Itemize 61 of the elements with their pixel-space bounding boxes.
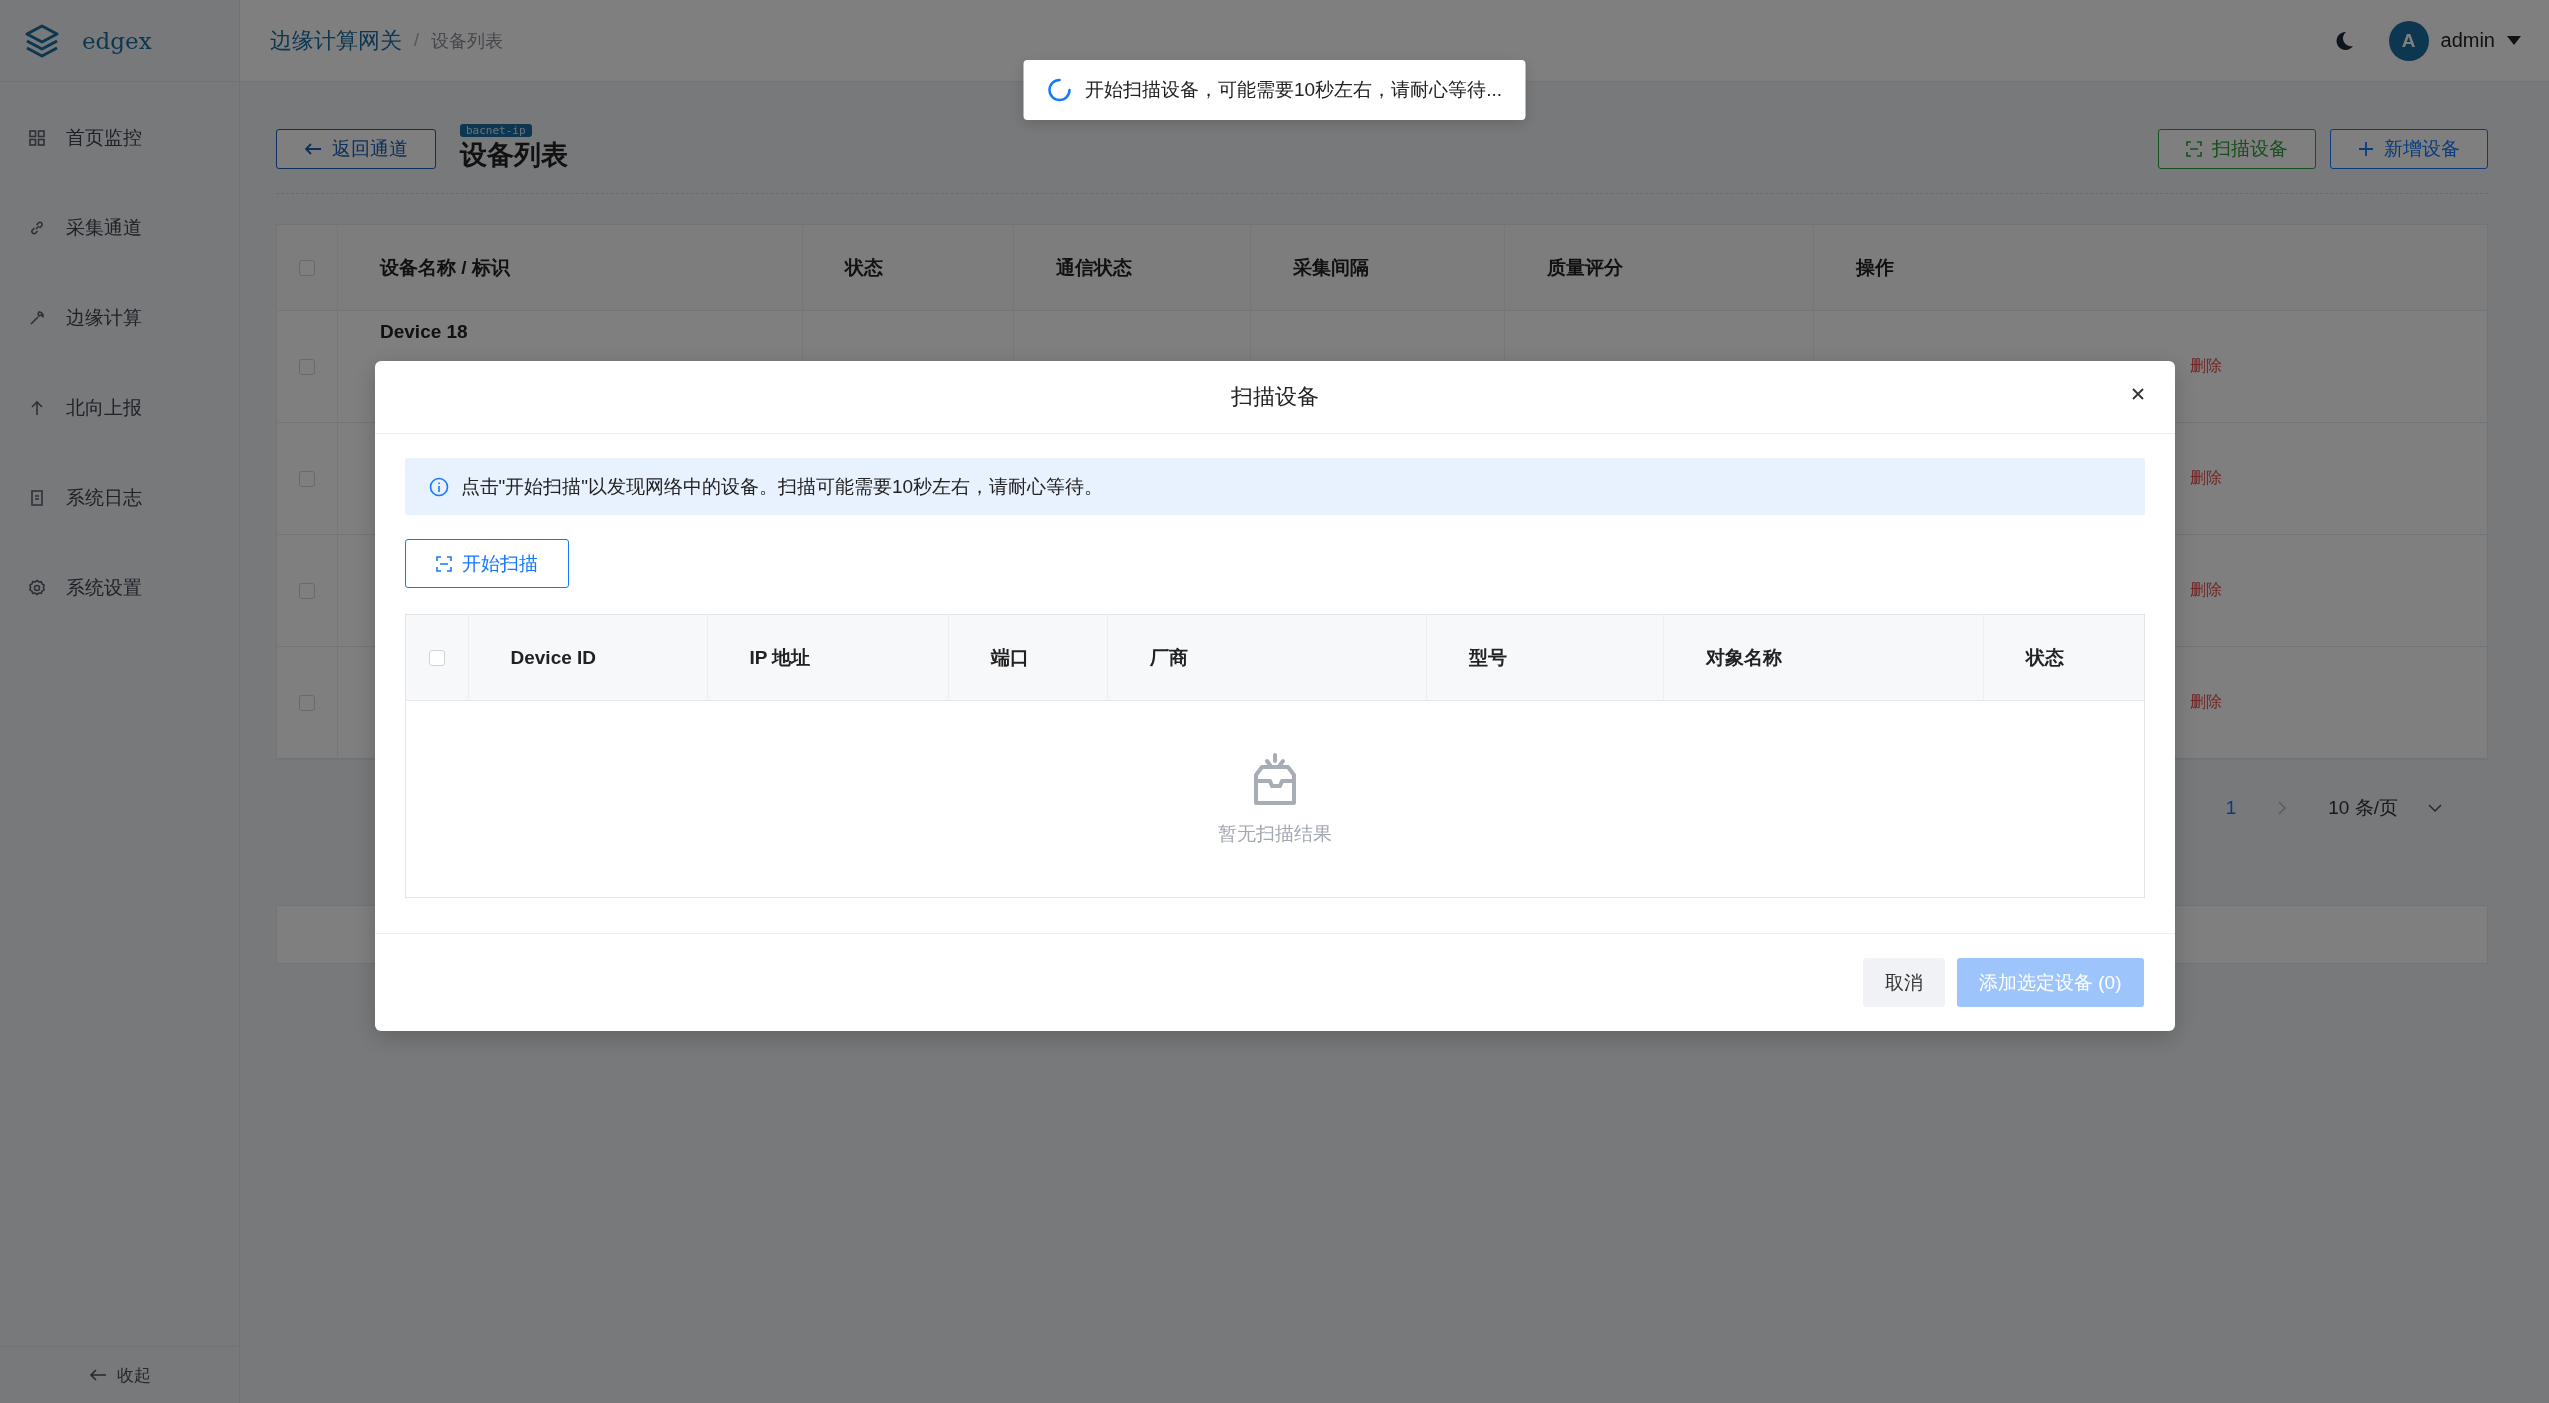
delete-link[interactable]: 删除 bbox=[2190, 468, 2222, 489]
chevron-down-icon bbox=[2428, 803, 2442, 812]
app-logo: edgex bbox=[82, 27, 152, 54]
document-icon bbox=[28, 489, 46, 507]
breadcrumb-current: 设备列表 bbox=[431, 29, 503, 53]
column-header: 操作 bbox=[1856, 255, 1894, 280]
column-header: Device ID bbox=[510, 646, 597, 669]
column-header: 端口 bbox=[990, 645, 1029, 670]
nav-item[interactable]: 采集通道 bbox=[0, 183, 239, 273]
delete-link[interactable]: 删除 bbox=[2190, 580, 2222, 601]
device-name: Device 18 bbox=[380, 321, 468, 342]
nav-item[interactable]: 系统日志 bbox=[0, 453, 239, 543]
nav-item[interactable]: 系统设置 bbox=[0, 543, 239, 633]
column-header: 厂商 bbox=[1149, 645, 1188, 670]
column-header: 状态 bbox=[845, 255, 883, 280]
add-button[interactable]: 新增设备 bbox=[2330, 128, 2488, 169]
arrow-left-icon bbox=[304, 141, 322, 156]
nav-item[interactable]: 北向上报 bbox=[0, 363, 239, 453]
checkbox[interactable] bbox=[428, 649, 445, 666]
nav-item[interactable]: 首页监控 bbox=[0, 93, 239, 183]
info-icon bbox=[428, 476, 449, 497]
toast-message: 开始扫描设备，可能需要10秒左右，请耐心等待... bbox=[1085, 78, 1502, 102]
wrench-icon bbox=[28, 309, 46, 327]
breadcrumb-separator: / bbox=[414, 30, 419, 51]
back-button[interactable]: 返回通道 bbox=[276, 128, 436, 169]
delete-link[interactable]: 删除 bbox=[2190, 356, 2222, 377]
grid-icon bbox=[28, 129, 46, 147]
plus-icon bbox=[2358, 140, 2374, 157]
info-text: 点击"开始扫描"以发现网络中的设备。扫描可能需要10秒左右，请耐心等待。 bbox=[460, 474, 1104, 499]
column-header: IP 地址 bbox=[749, 645, 811, 670]
cancel-button[interactable]: 取消 bbox=[1863, 958, 1945, 1007]
chevron-right-icon[interactable] bbox=[2278, 800, 2287, 815]
avatar[interactable]: A bbox=[2388, 20, 2429, 61]
column-header: 型号 bbox=[1468, 645, 1507, 670]
nav-item[interactable]: 边缘计算 bbox=[0, 273, 239, 363]
settings-icon bbox=[28, 579, 46, 597]
scan-icon bbox=[435, 555, 452, 572]
column-header: 状态 bbox=[2025, 645, 2064, 670]
page-title: 设备列表 bbox=[460, 139, 569, 172]
column-header: 采集间隔 bbox=[1293, 255, 1369, 280]
arrow-left-icon bbox=[88, 1368, 107, 1382]
link-icon bbox=[28, 219, 46, 237]
user-name[interactable]: admin bbox=[2440, 29, 2495, 52]
delete-link[interactable]: 删除 bbox=[2190, 692, 2222, 713]
loading-spinner-icon bbox=[1047, 78, 1071, 102]
page-size-select[interactable]: 10 条/页 bbox=[2328, 794, 2442, 821]
protocol-tag: bacnet-ip bbox=[460, 124, 532, 137]
collapse-button[interactable]: 收起 bbox=[88, 1363, 151, 1387]
start-scan-button[interactable]: 开始扫描 bbox=[404, 539, 569, 588]
column-header: 质量评分 bbox=[1547, 255, 1623, 280]
scan-icon bbox=[2186, 140, 2202, 157]
scan-button[interactable]: 扫描设备 bbox=[2158, 128, 2316, 169]
column-header: 通信状态 bbox=[1056, 255, 1132, 280]
page-number[interactable]: 1 bbox=[2225, 796, 2237, 819]
column-header: 设备名称 / 标识 bbox=[380, 255, 510, 280]
layers-icon bbox=[24, 23, 60, 58]
breadcrumb-link[interactable]: 边缘计算网关 bbox=[270, 25, 402, 56]
modal-title: 扫描设备 bbox=[1230, 383, 1319, 411]
caret-icon[interactable] bbox=[2507, 36, 2521, 45]
column-header: 对象名称 bbox=[1705, 645, 1782, 670]
empty-text: 暂无扫描结果 bbox=[1217, 822, 1332, 846]
